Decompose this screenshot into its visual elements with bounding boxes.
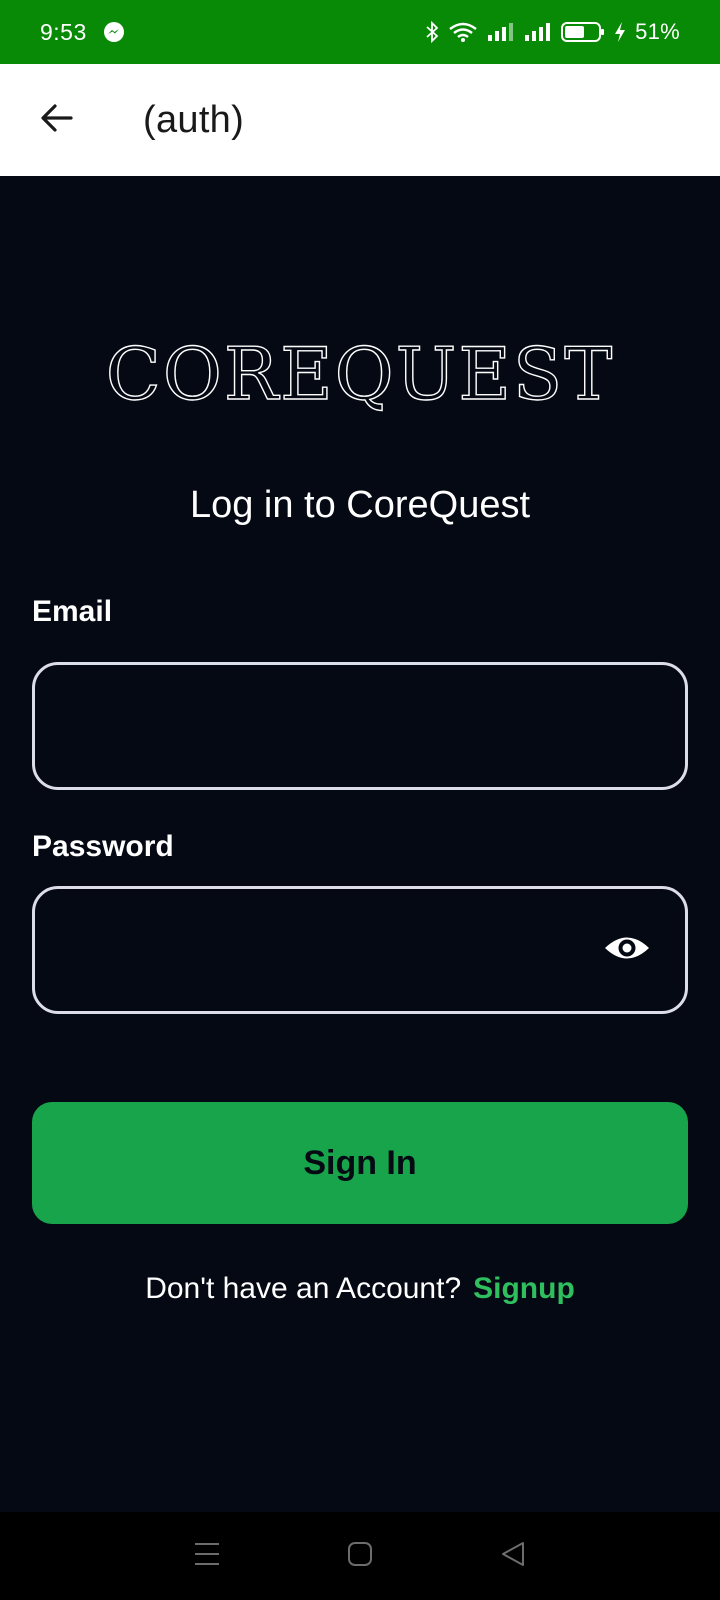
- app-bar: (auth): [0, 64, 720, 176]
- sign-in-button[interactable]: Sign In: [32, 1102, 688, 1224]
- back-button[interactable]: [33, 96, 81, 144]
- signup-prompt: Don't have an Account?: [145, 1272, 462, 1305]
- signal-icon: [524, 21, 552, 43]
- password-field[interactable]: [63, 933, 601, 967]
- email-label: Email: [32, 595, 113, 628]
- email-field[interactable]: [63, 709, 657, 743]
- status-icons: 51%: [425, 19, 680, 45]
- messenger-icon: [103, 21, 125, 43]
- status-bar: 9:53 51%: [0, 0, 720, 64]
- wifi-icon: [448, 21, 478, 43]
- status-time: 9:53: [40, 18, 87, 45]
- app-bar-title: (auth): [143, 98, 245, 141]
- password-field-box[interactable]: [32, 886, 688, 1014]
- password-label: Password: [32, 830, 174, 863]
- charging-icon: [614, 21, 626, 43]
- email-field-box[interactable]: [32, 662, 688, 790]
- system-nav-bar: [0, 1512, 720, 1600]
- recent-apps-button[interactable]: [187, 1536, 227, 1576]
- corequest-logo: COREQUEST: [105, 331, 615, 416]
- bluetooth-icon: [425, 21, 439, 43]
- menu-icon: [193, 1541, 221, 1572]
- home-button[interactable]: [340, 1536, 380, 1576]
- signup-link[interactable]: Signup: [473, 1272, 575, 1305]
- arrow-left-icon: [39, 100, 75, 141]
- page-title: Log in to CoreQuest: [189, 484, 531, 526]
- battery-percent: 51%: [635, 19, 680, 44]
- battery-icon: [561, 21, 605, 43]
- home-icon: [347, 1541, 373, 1572]
- login-screen: 9:53 51% (auth) COREQUEST Log in to Core…: [0, 0, 720, 1600]
- signup-prompt-row: Don't have an Account? Signup: [0, 1272, 720, 1306]
- nav-back-button[interactable]: [493, 1536, 533, 1576]
- password-visibility-toggle[interactable]: [601, 924, 653, 976]
- eye-icon: [603, 933, 651, 968]
- signal-icon: [487, 21, 515, 43]
- back-icon: [500, 1541, 526, 1572]
